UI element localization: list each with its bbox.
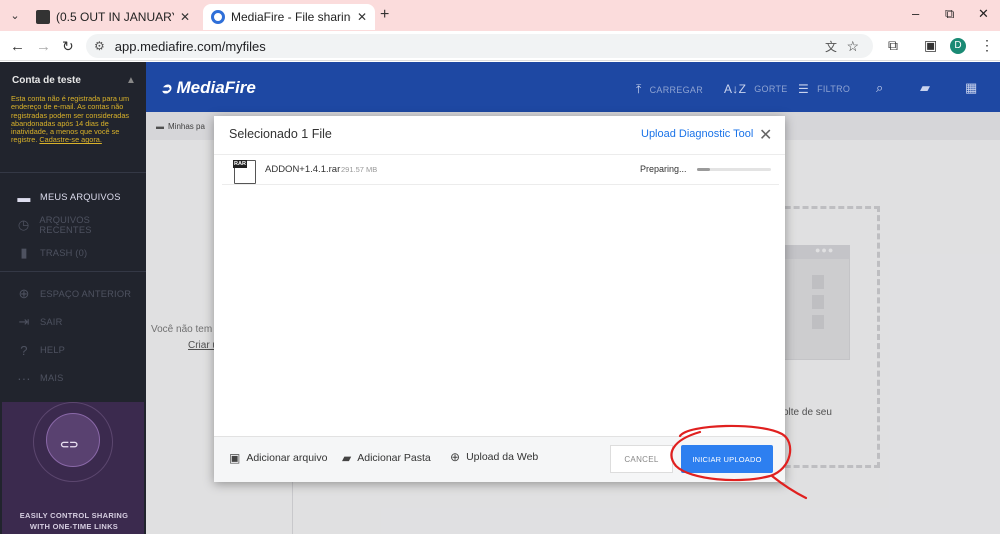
sidebar-item-more[interactable]: ··· MAIS xyxy=(16,368,141,388)
upload-icon: ⤒ xyxy=(636,82,642,96)
help-icon: ? xyxy=(20,342,28,358)
globe-icon: ⊕ xyxy=(450,450,461,464)
add-folder-button[interactable]: ▰ Adicionar Pasta xyxy=(342,451,431,465)
filter-icon: ☰ xyxy=(798,82,810,96)
sidebar-item-label: ESPAÇO ANTERIOR xyxy=(40,289,132,299)
add-folder-label: Adicionar Pasta xyxy=(357,452,431,464)
sidebar-item-help[interactable]: ? HELP xyxy=(16,340,141,360)
add-file-button[interactable]: ▣ Adicionar arquivo xyxy=(229,451,327,465)
sidebar-item-label: HELP xyxy=(40,345,66,355)
new-folder-icon[interactable]: ▰ xyxy=(920,80,930,96)
add-file-icon: ▣ xyxy=(229,451,241,465)
notification-bell-icon[interactable]: ▲ xyxy=(126,75,136,86)
logout-icon: ⇥ xyxy=(18,314,30,329)
file-type-badge: RAR xyxy=(233,160,247,168)
register-link[interactable]: Cadastre-se agora. xyxy=(39,135,101,144)
upload-button[interactable]: ⤒ CARREGAR xyxy=(636,82,703,97)
search-icon[interactable]: ⌕ xyxy=(876,80,883,96)
tab-title: (0.5 OUT IN JANUARY 2024!) E xyxy=(56,10,174,24)
upload-status: Preparing... xyxy=(640,164,687,174)
bookmark-star-icon[interactable]: ☆ xyxy=(846,38,859,55)
browser-menu-icon[interactable]: ⋮ xyxy=(980,37,994,54)
new-tab-button[interactable]: + xyxy=(380,6,389,24)
profile-avatar[interactable]: D xyxy=(950,38,966,54)
translate-icon[interactable]: 文 xyxy=(825,38,837,55)
sort-label: GORTE xyxy=(754,84,788,94)
sidebar-item-trash[interactable]: ▮ TRASH (0) xyxy=(16,243,141,263)
sidebar-item-label: MEUS ARQUIVOS xyxy=(40,192,121,202)
file-name: ADDON+1.4.1.rar xyxy=(265,164,341,175)
grid-view-icon[interactable]: ▦ xyxy=(965,80,977,96)
close-tab-icon[interactable]: ✕ xyxy=(357,10,367,24)
back-icon[interactable]: ← xyxy=(10,38,25,55)
link-icon: ⊂⊃ xyxy=(60,439,79,451)
sidebar-item-label: MAIS xyxy=(40,373,64,383)
sidebar-item-my-files[interactable]: ▬ MEUS ARQUIVOS xyxy=(16,187,141,207)
sidebar-item-space[interactable]: ⊕ ESPAÇO ANTERIOR xyxy=(16,284,141,304)
logo-mark-icon: ➲ xyxy=(160,80,172,96)
url-text: app.mediafire.com/myfiles xyxy=(114,38,266,54)
close-window-button[interactable]: ✕ xyxy=(978,6,989,22)
add-file-label: Adicionar arquivo xyxy=(246,452,328,464)
upload-diagnostic-link[interactable]: Upload Diagnostic Tool xyxy=(641,128,753,140)
logo-text: MediaFire xyxy=(176,78,256,97)
sidebar-item-label: ARQUIVOS RECENTES xyxy=(39,215,92,235)
add-folder-icon: ▰ xyxy=(342,451,352,465)
account-title: Conta de teste xyxy=(12,75,81,86)
plus-circle-icon: ⊕ xyxy=(18,286,30,301)
divider xyxy=(0,172,146,173)
progress-fill xyxy=(697,168,710,171)
upload-label: CARREGAR xyxy=(649,84,704,95)
site-settings-icon[interactable]: ⚙ xyxy=(94,39,105,53)
more-icon: ··· xyxy=(17,370,31,386)
red-annotation-circle xyxy=(670,424,808,500)
close-icon[interactable]: ✕ xyxy=(759,125,772,145)
sort-az-icon: A↓Z xyxy=(724,82,747,96)
browser-tab-1[interactable]: (0.5 OUT IN JANUARY 2024!) E ✕ xyxy=(28,4,198,30)
extensions-icon[interactable]: ⧉ xyxy=(888,37,898,54)
side-panel-icon[interactable]: ▣ xyxy=(924,37,937,54)
promo-text: EASILY CONTROL SHARING WITH ONE-TIME LIN… xyxy=(19,511,129,531)
address-bar[interactable]: ⚙ app.mediafire.com/myfiles 文 ☆ xyxy=(86,34,873,58)
sidebar-item-label: SAIR xyxy=(40,317,63,327)
sidebar-item-logout[interactable]: ⇥ SAIR xyxy=(16,312,141,332)
filter-button[interactable]: ☰ FILTRO xyxy=(798,82,850,96)
tab-title: MediaFire - File sharing and sto xyxy=(231,10,351,24)
minimize-button[interactable]: – xyxy=(912,6,919,21)
sidebar-item-label: TRASH (0) xyxy=(40,248,88,258)
trash-icon: ▮ xyxy=(20,245,28,260)
tab-list-button[interactable]: ⌄ xyxy=(6,7,24,25)
account-warning: Esta conta não é registrada para um ende… xyxy=(11,94,143,145)
upload-web-label: Upload da Web xyxy=(466,451,539,463)
clock-icon: ◷ xyxy=(17,217,30,232)
reload-icon[interactable]: ↻ xyxy=(62,38,74,55)
filter-label: FILTRO xyxy=(817,84,851,94)
browser-tab-2[interactable]: MediaFire - File sharing and sto ✕ xyxy=(203,4,375,30)
dialog-title: Selecionado 1 File xyxy=(229,127,332,141)
forward-icon[interactable]: → xyxy=(36,38,51,55)
mediafire-favicon-icon xyxy=(211,10,225,24)
close-tab-icon[interactable]: ✕ xyxy=(180,10,190,24)
folder-icon: ▬ xyxy=(17,189,31,205)
mediafire-logo[interactable]: ➲ MediaFire xyxy=(160,78,256,98)
app-header xyxy=(146,62,1000,112)
sidebar-item-recent[interactable]: ◷ ARQUIVOS RECENTES xyxy=(16,215,141,235)
restore-button[interactable]: ⧉ xyxy=(945,6,954,22)
video-favicon-icon xyxy=(36,10,50,24)
divider xyxy=(214,154,785,155)
file-size: 291.57 MB xyxy=(341,165,378,174)
divider xyxy=(0,271,146,272)
upload-web-button[interactable]: ⊕ Upload da Web xyxy=(450,450,538,464)
sort-button[interactable]: A↓Z GORTE xyxy=(724,82,788,96)
